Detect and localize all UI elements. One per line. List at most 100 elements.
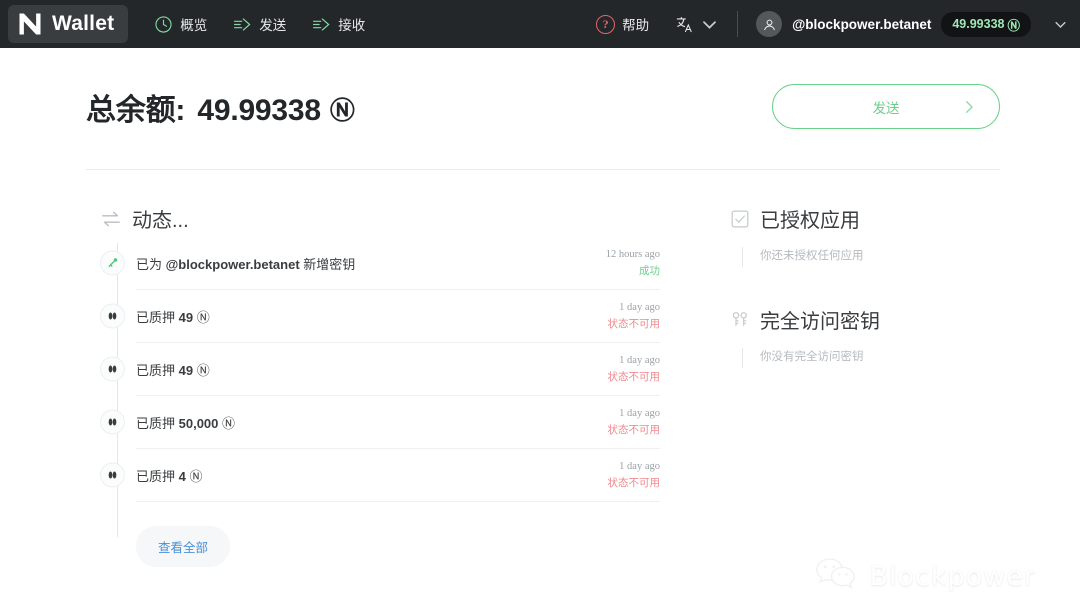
activity-row-amount: 49 xyxy=(178,310,194,325)
activity-row-text: 已质押 4 Ⓝ xyxy=(136,466,608,485)
activity-row-meta: 1 day ago 状态不可用 xyxy=(608,461,661,490)
authorized-apps-body: 你还未授权任何应用 xyxy=(730,247,1000,267)
activity-row-time: 1 day ago xyxy=(619,355,660,366)
activity-row-meta: 1 day ago 状态不可用 xyxy=(608,302,661,331)
activity-row-suffix: Ⓝ xyxy=(193,363,210,378)
full-access-keys-title: 完全访问密钥 xyxy=(760,311,880,333)
side-column: 已授权应用 你还未授权任何应用 完全访问密钥 你没有完全访问密钥 xyxy=(660,204,1000,567)
activity-timeline: 已为 @blockpower.betanet 新增密钥 12 hours ago… xyxy=(100,237,660,567)
near-symbol-icon: Ⓝ xyxy=(1007,18,1020,33)
activity-row-suffix: Ⓝ xyxy=(193,310,210,325)
activity-row-meta: 1 day ago 状态不可用 xyxy=(608,408,661,437)
activity-row-text: 已为 @blockpower.betanet 新增密钥 xyxy=(136,254,606,273)
activity-row-text: 已质押 49 Ⓝ xyxy=(136,307,608,326)
stake-coins-icon xyxy=(100,356,125,382)
activity-row-time: 1 day ago xyxy=(619,461,660,472)
view-all-button[interactable]: 查看全部 xyxy=(136,526,231,567)
authorized-apps-title: 已授权应用 xyxy=(760,210,860,232)
send-button-label: 发送 xyxy=(872,100,900,116)
activity-header: 动态... xyxy=(100,204,660,233)
status-badge: 状态不可用 xyxy=(607,424,661,436)
activity-column: 动态... 已为 @blockpower.betanet 新增密钥 12 hou… xyxy=(100,204,660,567)
balance-header-row: 总余额: 49.99338 Ⓝ 发送 xyxy=(0,48,1080,129)
full-access-keys-body: 你没有完全访问密钥 xyxy=(730,348,1000,368)
activity-row-text: 已质押 49 Ⓝ xyxy=(136,360,608,379)
activity-row-amount: 49 xyxy=(178,363,194,378)
brand-name: Wallet xyxy=(52,12,115,35)
activity-row-prefix: 已质押 xyxy=(136,469,179,484)
header-divider xyxy=(737,11,739,37)
activity-row-meta: 1 day ago 状态不可用 xyxy=(608,355,661,384)
nav-item-send[interactable]: 发送 xyxy=(233,14,286,34)
language-selector[interactable] xyxy=(675,15,719,34)
stake-coins-icon xyxy=(100,462,125,488)
header-balance-badge: 49.99338 Ⓝ xyxy=(941,11,1031,37)
top-navigation-bar: Wallet 概览 发送 接收 ? 帮助 @blockpower.betanet… xyxy=(0,0,1080,48)
activity-row[interactable]: 已质押 49 Ⓝ 1 day ago 状态不可用 xyxy=(100,343,661,396)
account-chevron-down-icon[interactable] xyxy=(1041,17,1068,32)
account-menu[interactable]: @blockpower.betanet 49.99338 Ⓝ xyxy=(756,11,1068,37)
content-columns: 动态... 已为 @blockpower.betanet 新增密钥 12 hou… xyxy=(0,170,1080,567)
activity-row-suffix: Ⓝ xyxy=(185,469,203,484)
view-all-wrap: 查看全部 xyxy=(136,526,660,567)
total-balance: 总余额: 49.99338 Ⓝ xyxy=(86,85,355,129)
status-badge: 状态不可用 xyxy=(607,371,661,383)
activity-row-text: 已质押 50,000 Ⓝ xyxy=(136,413,608,432)
status-badge: 状态不可用 xyxy=(607,318,661,330)
full-access-keys-block: 完全访问密钥 你没有完全访问密钥 xyxy=(730,305,1000,368)
two-keys-icon xyxy=(730,310,750,330)
send-button[interactable]: 发送 xyxy=(772,84,1000,129)
activity-row-prefix: 已为 xyxy=(136,257,166,272)
main-nav: 概览 发送 接收 xyxy=(154,14,365,34)
translate-icon xyxy=(675,15,694,34)
full-access-keys-header: 完全访问密钥 xyxy=(730,305,1000,334)
brand-logo[interactable]: Wallet xyxy=(8,5,129,43)
exchange-arrows-icon xyxy=(100,208,122,230)
nav-item-overview[interactable]: 概览 xyxy=(154,14,207,34)
nav-item-receive-label: 接收 xyxy=(338,18,366,33)
activity-row-amount: 50,000 xyxy=(178,416,219,431)
activity-row-time: 1 day ago xyxy=(619,408,660,419)
activity-title: 动态... xyxy=(132,210,189,232)
send-arrow-icon xyxy=(233,15,252,34)
activity-row-prefix: 已质押 xyxy=(136,416,179,431)
help-button[interactable]: ? 帮助 xyxy=(596,14,649,34)
timeline-line xyxy=(117,243,118,537)
activity-row-meta: 12 hours ago 成功 xyxy=(606,249,660,278)
authorized-apps-header: 已授权应用 xyxy=(730,204,1000,233)
nav-item-send-label: 发送 xyxy=(259,18,287,33)
clock-icon xyxy=(154,15,173,34)
activity-row[interactable]: 已质押 4 Ⓝ 1 day ago 状态不可用 xyxy=(100,449,661,502)
total-balance-amount: 49.99338 xyxy=(197,93,321,127)
authorized-apps-block: 已授权应用 你还未授权任何应用 xyxy=(730,204,1000,267)
activity-row-prefix: 已质押 xyxy=(136,363,179,378)
nav-item-overview-label: 概览 xyxy=(180,18,208,33)
nav-item-receive[interactable]: 接收 xyxy=(312,14,365,34)
stake-coins-icon xyxy=(100,409,125,435)
stake-coins-icon xyxy=(100,303,125,329)
status-badge: 成功 xyxy=(639,265,660,277)
activity-row-suffix: 新增密钥 xyxy=(299,257,356,272)
receive-arrow-icon xyxy=(312,15,331,34)
chevron-down-icon xyxy=(700,15,719,34)
activity-row-prefix: 已质押 xyxy=(136,310,179,325)
activity-row[interactable]: 已为 @blockpower.betanet 新增密钥 12 hours ago… xyxy=(100,237,660,290)
account-name: @blockpower.betanet xyxy=(792,16,932,32)
activity-row-amount: 4 xyxy=(178,469,186,484)
near-logo-icon xyxy=(16,10,44,38)
header-balance-amount: 49.99338 xyxy=(952,17,1005,31)
activity-row-suffix: Ⓝ xyxy=(218,416,236,431)
user-avatar-icon xyxy=(756,11,783,37)
question-circle-icon: ? xyxy=(596,14,616,34)
help-label: 帮助 xyxy=(622,18,650,33)
status-badge: 状态不可用 xyxy=(607,477,661,489)
near-symbol-icon: Ⓝ xyxy=(329,96,355,125)
activity-row[interactable]: 已质押 50,000 Ⓝ 1 day ago 状态不可用 xyxy=(100,396,661,449)
checkbox-check-icon xyxy=(730,209,750,229)
activity-row-time: 12 hours ago xyxy=(605,249,660,260)
full-access-keys-empty: 你没有完全访问密钥 xyxy=(760,351,864,363)
activity-row-account: @blockpower.betanet xyxy=(165,257,300,272)
activity-row[interactable]: 已质押 49 Ⓝ 1 day ago 状态不可用 xyxy=(100,290,661,343)
page-body: 总余额: 49.99338 Ⓝ 发送 动态... 已为 @blockpower.… xyxy=(0,48,1080,614)
key-icon xyxy=(100,250,125,276)
